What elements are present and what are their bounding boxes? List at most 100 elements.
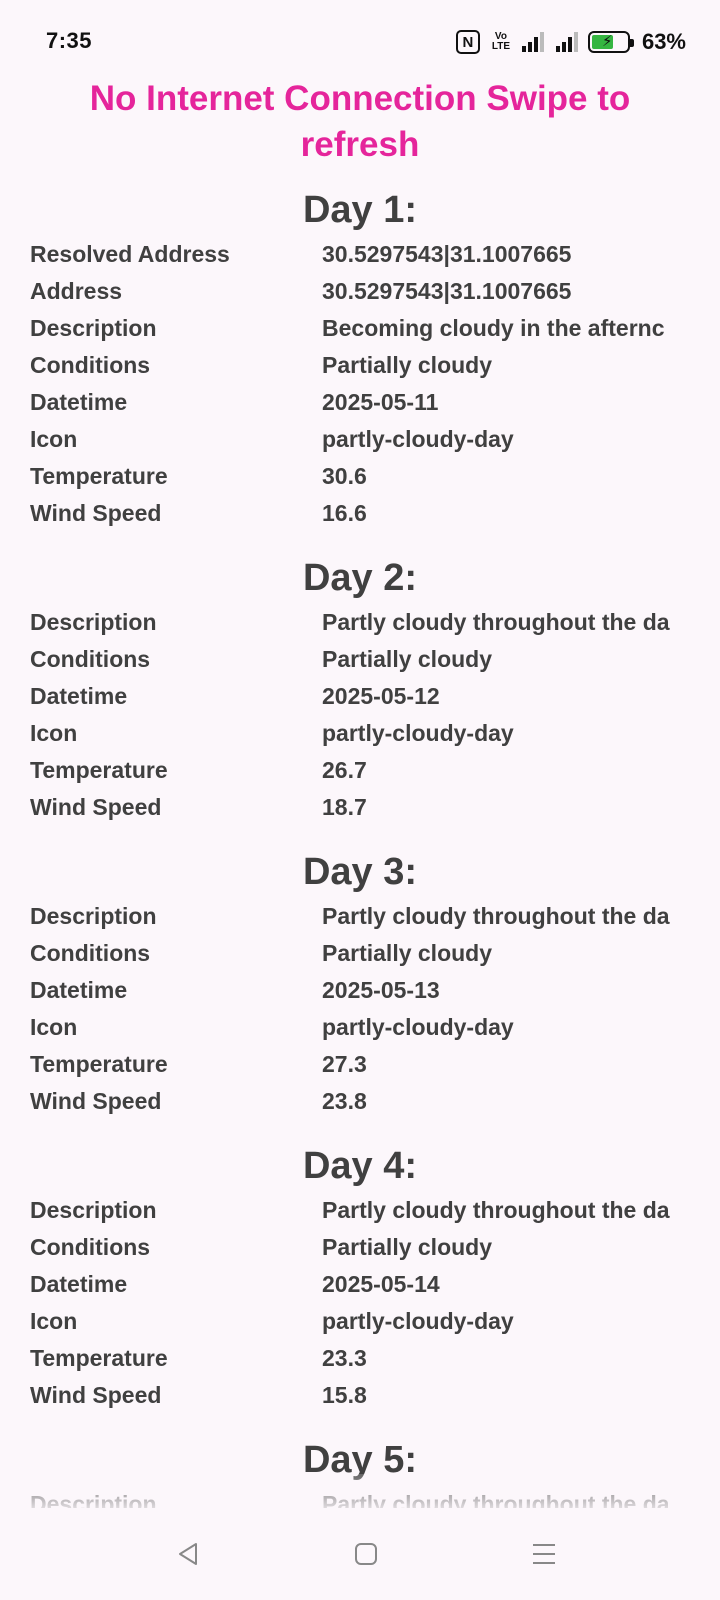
volte-icon: Vo LTE [486,32,516,52]
row-value: 23.3 [322,1345,367,1371]
row-key: Icon [30,720,78,746]
row-value: partly-cloudy-day [322,720,514,746]
row-key: Resolved Address [30,241,230,267]
day-title: Day 4: [302,1145,418,1187]
signal-sim1-icon [521,32,544,52]
row-value: partly-cloudy-day [322,426,514,452]
back-triangle-icon[interactable] [166,1532,210,1576]
row-value: Partly cloudy throughout the da [322,903,670,929]
row-key: Wind Speed [30,794,162,820]
row-value: partly-cloudy-day [322,1308,514,1334]
row-value: 30.5297543|31.1007665 [322,278,572,304]
day-title: Day 2: [302,557,418,599]
row-value: 15.8 [322,1382,367,1408]
row-key: Address [30,278,123,304]
row-key: Conditions [30,352,151,378]
row-key: Icon [30,426,78,452]
row-key: Datetime [30,389,128,415]
row-value: 2025-05-13 [322,977,440,1003]
row-value: Partially cloudy [322,646,493,672]
row-value: 30.5297543|31.1007665 [322,241,572,267]
row-key: Icon [30,1308,78,1334]
navigation-bar [0,1508,720,1600]
row-key: Description [30,903,157,929]
row-value: 16.6 [322,500,367,526]
forecast-row: Datetime 2025-05-11 [0,384,720,421]
forecast-row: Wind Speed 18.7 [0,789,720,826]
forecast-row: Temperature 27.3 [0,1046,720,1083]
forecast-row: Wind Speed 16.6 [0,495,720,532]
forecast-row: Icon partly-cloudy-day [0,421,720,458]
row-key: Temperature [30,757,168,783]
row-key: Description [30,1197,157,1223]
row-value: 18.7 [322,794,367,820]
row-value: 27.3 [322,1051,367,1077]
row-key: Wind Speed [30,500,162,526]
row-key: Temperature [30,1345,168,1371]
forecast-row: Description Partly cloudy throughout the … [0,898,720,935]
row-key: Datetime [30,1271,128,1297]
forecast-row: Address 30.5297543|31.1007665 [0,273,720,310]
forecast-row: Description Partly cloudy throughout the … [0,604,720,641]
row-value: partly-cloudy-day [322,1014,514,1040]
row-value: Partially cloudy [322,940,493,966]
row-value: 2025-05-14 [322,1271,440,1297]
row-value: Partly cloudy throughout the da [322,1197,670,1223]
row-value: 2025-05-11 [322,389,439,415]
day-block: Day 2: Description Partly cloudy throughou… [0,552,720,826]
forecast-row: Wind Speed 23.8 [0,1083,720,1120]
forecast-row: Temperature 26.7 [0,752,720,789]
lte-label: LTE [491,41,511,52]
row-value: Partially cloudy [322,352,493,378]
status-time: 7:35 [46,28,93,53]
forecast-row: Datetime 2025-05-14 [0,1266,720,1303]
battery-cap [629,39,634,47]
battery-percent: 63% [641,29,686,54]
forecast-row: Conditions Partially cloudy [0,347,720,384]
no-connection-banner[interactable]: No Internet Connection Swipe to refresh [40,76,680,168]
row-key: Temperature [30,1051,168,1077]
forecast-list[interactable]: Day 1: Resolved Address 30.5297543|31.1007… [0,184,720,1580]
forecast-row: Description Partly cloudy throughout the … [0,1192,720,1229]
day-title: Day 1: [302,189,418,231]
row-value: 23.8 [322,1088,367,1114]
forecast-row: Datetime 2025-05-12 [0,678,720,715]
recents-menu-icon[interactable] [522,1532,566,1576]
forecast-row: Temperature 23.3 [0,1340,720,1377]
charging-bolt-icon: ⚡ [601,33,613,50]
status-icons: N Vo LTE ⚡ 63% [455,28,686,56]
forecast-row: Icon partly-cloudy-day [0,715,720,752]
row-value: Partly cloudy throughout the da [322,609,670,635]
row-key: Conditions [30,646,151,672]
forecast-row: Wind Speed 15.8 [0,1377,720,1414]
nfc-icon: N [455,30,480,54]
forecast-row: Icon partly-cloudy-day [0,1009,720,1046]
forecast-row: Temperature 30.6 [0,458,720,495]
row-key: Icon [30,1014,78,1040]
day-block: Day 3: Description Partly cloudy throughou… [0,846,720,1120]
day-block: Day 4: Description Partly cloudy throughou… [0,1140,720,1414]
row-key: Description [30,315,157,341]
forecast-row: Resolved Address 30.5297543|31.1007665 [0,236,720,273]
forecast-row: Conditions Partially cloudy [0,935,720,972]
forecast-row: Datetime 2025-05-13 [0,972,720,1009]
row-key: Wind Speed [30,1088,162,1114]
row-value: Becoming cloudy in the afternc [322,315,665,341]
status-bar: 7:35 N Vo LTE ⚡ 63% [0,0,720,84]
row-value: 26.7 [322,757,367,783]
row-key: Description [30,609,157,635]
row-key: Datetime [30,977,128,1003]
row-key: Temperature [30,463,168,489]
row-key: Conditions [30,940,151,966]
row-value: Partially cloudy [322,1234,493,1260]
row-key: Conditions [30,1234,151,1260]
forecast-row: Icon partly-cloudy-day [0,1303,720,1340]
forecast-row: Conditions Partially cloudy [0,641,720,678]
day-block: Day 1: Resolved Address 30.5297543|31.1007… [0,184,720,532]
forecast-row: Conditions Partially cloudy [0,1229,720,1266]
home-square-icon[interactable] [344,1532,388,1576]
row-key: Datetime [30,683,128,709]
row-key: Wind Speed [30,1382,162,1408]
signal-sim2-icon [555,32,578,52]
row-value: 30.6 [322,463,367,489]
